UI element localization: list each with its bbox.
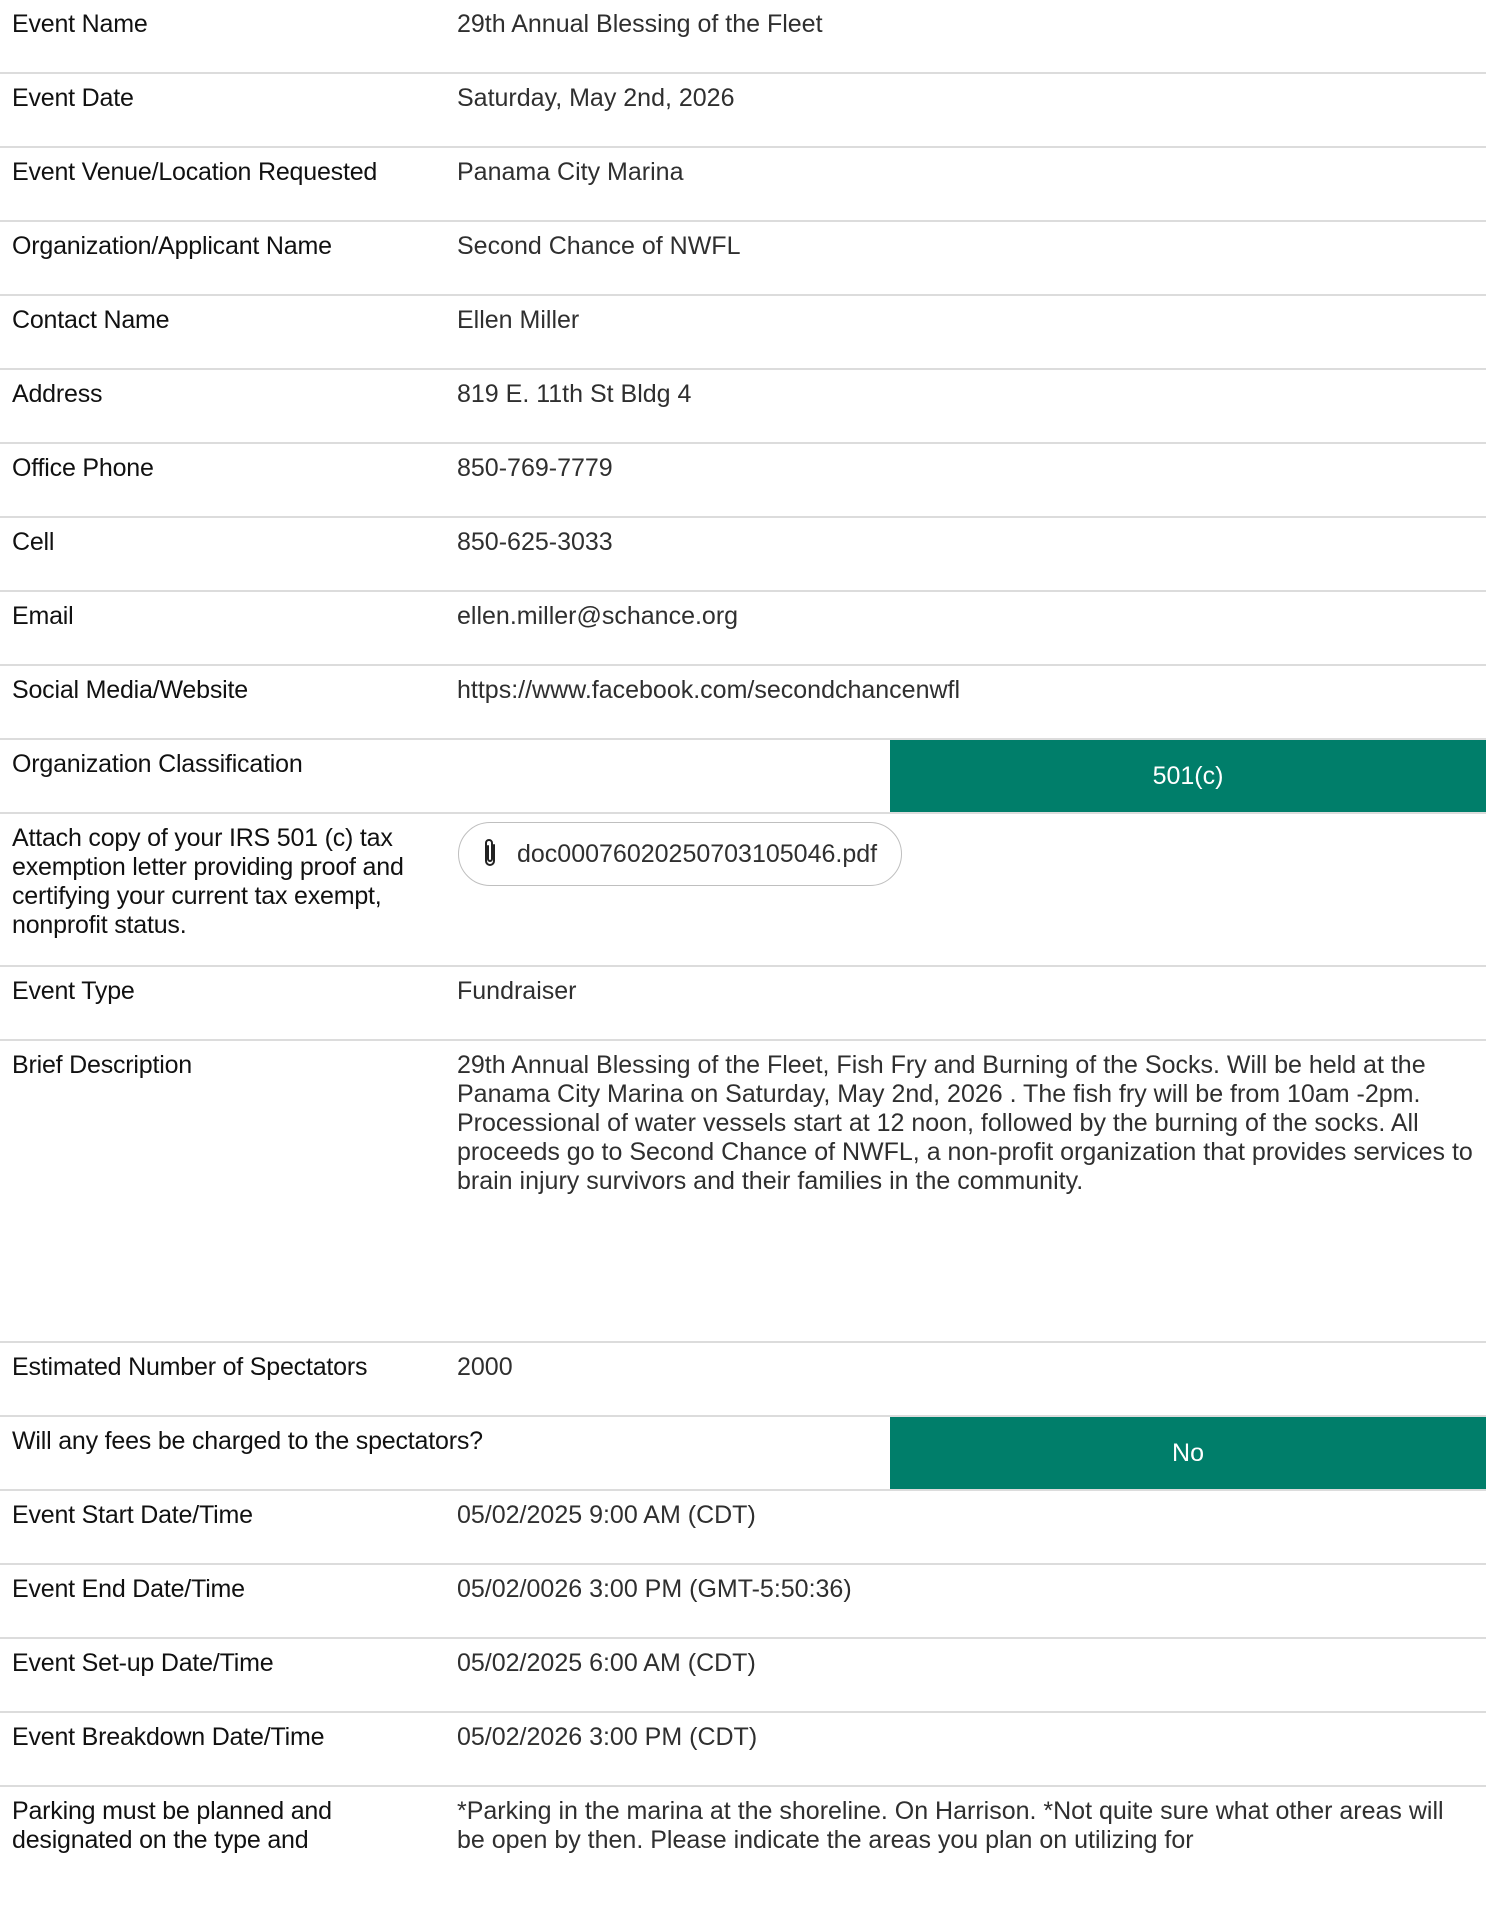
- field-value: Second Chance of NWFL: [457, 232, 741, 260]
- field-value: 05/02/2025 9:00 AM (CDT): [457, 1501, 756, 1529]
- row-organization-classification: Organization Classification 501(c): [0, 740, 1486, 814]
- row-event-setup: Event Set-up Date/Time 05/02/2025 6:00 A…: [0, 1639, 1486, 1713]
- field-label: Organization/Applicant Name: [12, 232, 332, 260]
- field-value: 2000: [457, 1353, 513, 1381]
- row-event-venue: Event Venue/Location Requested Panama Ci…: [0, 148, 1486, 222]
- row-estimated-spectators: Estimated Number of Spectators 2000: [0, 1343, 1486, 1417]
- field-label: Attach copy of your IRS 501 (c) tax exem…: [12, 824, 404, 939]
- row-address: Address 819 E. 11th St Bldg 4: [0, 370, 1486, 444]
- field-label: Event Type: [12, 977, 135, 1005]
- field-label: Brief Description: [12, 1051, 192, 1079]
- field-label: Estimated Number of Spectators: [12, 1353, 368, 1381]
- attachment-file-name: doc00076020250703105046.pdf: [517, 839, 878, 868]
- classification-selected-option[interactable]: 501(c): [890, 740, 1486, 812]
- website-link[interactable]: https://www.facebook.com/secondchancenwf…: [445, 666, 1486, 738]
- paperclip-icon: [485, 839, 495, 866]
- row-event-start: Event Start Date/Time 05/02/2025 9:00 AM…: [0, 1491, 1486, 1565]
- field-label: Email: [12, 602, 74, 630]
- fees-selected-option[interactable]: No: [890, 1417, 1486, 1489]
- field-value: 05/02/2025 6:00 AM (CDT): [457, 1649, 756, 1677]
- row-event-breakdown: Event Breakdown Date/Time 05/02/2026 3:0…: [0, 1713, 1486, 1787]
- row-cell: Cell 850-625-3033: [0, 518, 1486, 592]
- row-event-date: Event Date Saturday, May 2nd, 2026: [0, 74, 1486, 148]
- field-label: Will any fees be charged to the spectato…: [12, 1427, 483, 1455]
- field-label: Office Phone: [12, 454, 154, 482]
- field-label: Parking must be planned and designated o…: [12, 1797, 332, 1854]
- field-value: Fundraiser: [457, 977, 577, 1005]
- field-value: 850-769-7779: [457, 454, 613, 482]
- row-parking: Parking must be planned and designated o…: [0, 1787, 1486, 1907]
- event-application-form: Event Name 29th Annual Blessing of the F…: [0, 0, 1486, 1907]
- field-value: Saturday, May 2nd, 2026: [457, 84, 735, 112]
- field-label: Contact Name: [12, 306, 170, 334]
- email-link[interactable]: ellen.miller@schance.org: [445, 592, 1486, 664]
- row-event-type: Event Type Fundraiser: [0, 967, 1486, 1041]
- row-organization-name: Organization/Applicant Name Second Chanc…: [0, 222, 1486, 296]
- field-label: Address: [12, 380, 103, 408]
- row-brief-description: Brief Description 29th Annual Blessing o…: [0, 1041, 1486, 1343]
- row-tax-exemption-attachment: Attach copy of your IRS 501 (c) tax exem…: [0, 814, 1486, 967]
- field-label: Event Set-up Date/Time: [12, 1649, 274, 1677]
- field-label: Social Media/Website: [12, 676, 248, 704]
- field-value: 29th Annual Blessing of the Fleet: [457, 10, 823, 38]
- attachment-file-link[interactable]: doc00076020250703105046.pdf: [458, 822, 903, 886]
- field-value: Ellen Miller: [457, 306, 580, 334]
- field-value: 850-625-3033: [457, 528, 613, 556]
- field-label: Event Venue/Location Requested: [12, 158, 378, 186]
- field-label: Cell: [12, 528, 55, 556]
- field-label: Event Name: [12, 10, 148, 38]
- field-label: Event End Date/Time: [12, 1575, 245, 1603]
- field-value: 819 E. 11th St Bldg 4: [457, 380, 692, 408]
- field-value: *Parking in the marina at the shoreline.…: [457, 1797, 1444, 1854]
- field-label: Event Start Date/Time: [12, 1501, 253, 1529]
- row-email: Email ellen.miller@schance.org: [0, 592, 1486, 666]
- row-social-media: Social Media/Website https://www.faceboo…: [0, 666, 1486, 740]
- field-value: 05/02/2026 3:00 PM (CDT): [457, 1723, 758, 1751]
- field-value: 05/02/0026 3:00 PM (GMT-5:50:36): [457, 1575, 852, 1603]
- row-contact-name: Contact Name Ellen Miller: [0, 296, 1486, 370]
- field-label: Organization Classification: [12, 750, 303, 778]
- row-office-phone: Office Phone 850-769-7779: [0, 444, 1486, 518]
- field-label: Event Date: [12, 84, 134, 112]
- row-event-name: Event Name 29th Annual Blessing of the F…: [0, 0, 1486, 74]
- field-value: 29th Annual Blessing of the Fleet, Fish …: [457, 1051, 1473, 1195]
- attachment-container: doc00076020250703105046.pdf: [445, 814, 1486, 965]
- field-value: Panama City Marina: [457, 158, 684, 186]
- field-label: Event Breakdown Date/Time: [12, 1723, 325, 1751]
- row-event-end: Event End Date/Time 05/02/0026 3:00 PM (…: [0, 1565, 1486, 1639]
- row-spectator-fees: Will any fees be charged to the spectato…: [0, 1417, 1486, 1491]
